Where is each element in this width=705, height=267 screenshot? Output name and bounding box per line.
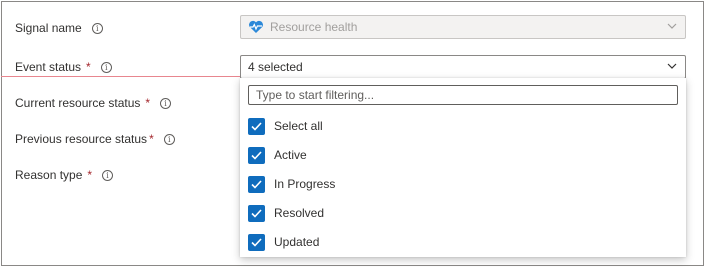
checkbox-checked[interactable] bbox=[248, 175, 265, 193]
filter-input[interactable] bbox=[248, 85, 678, 105]
option-updated[interactable]: Updated bbox=[248, 231, 678, 253]
event-status-text: Event status bbox=[15, 60, 82, 74]
chevron-down-icon[interactable] bbox=[667, 62, 677, 70]
reason-type-text: Reason type bbox=[15, 168, 83, 182]
checkmark-icon bbox=[251, 150, 262, 160]
option-label: In Progress bbox=[274, 177, 336, 191]
info-icon[interactable]: i bbox=[100, 61, 112, 73]
info-icon[interactable]: i bbox=[102, 169, 114, 181]
required-indicator: * bbox=[87, 168, 93, 182]
current-resource-status-text: Current resource status bbox=[15, 96, 141, 110]
required-indicator: * bbox=[149, 132, 154, 146]
option-label: Active bbox=[274, 148, 307, 162]
event-status-select[interactable]: 4 selected bbox=[240, 55, 686, 79]
option-label: Updated bbox=[274, 235, 320, 249]
previous-resource-status-text: Previous resource status bbox=[15, 132, 148, 146]
error-underline bbox=[1, 76, 241, 77]
info-icon[interactable]: i bbox=[163, 133, 175, 145]
event-status-dropdown: Select all Active In Progress Resolved U… bbox=[240, 78, 686, 257]
required-indicator: * bbox=[145, 96, 151, 110]
option-in-progress[interactable]: In Progress bbox=[248, 173, 678, 195]
option-resolved[interactable]: Resolved bbox=[248, 202, 678, 224]
info-icon[interactable]: i bbox=[160, 97, 172, 109]
info-icon[interactable]: i bbox=[91, 22, 103, 34]
chevron-down-icon bbox=[667, 23, 677, 29]
option-active[interactable]: Active bbox=[248, 144, 678, 166]
current-resource-status-label: Current resource status * i bbox=[15, 96, 172, 110]
previous-resource-status-label: Previous resource status * i bbox=[15, 132, 175, 146]
checkbox-checked[interactable] bbox=[248, 204, 265, 222]
checkmark-icon bbox=[251, 179, 262, 189]
event-status-label: Event status * i bbox=[15, 60, 112, 74]
checkmark-icon bbox=[251, 237, 262, 247]
option-label: Resolved bbox=[274, 206, 325, 220]
signal-name-label: Signal name i bbox=[15, 21, 103, 35]
signal-name-text: Signal name bbox=[15, 21, 82, 35]
option-select-all[interactable]: Select all bbox=[248, 115, 678, 137]
heart-pulse-icon bbox=[249, 20, 263, 33]
option-label: Select all bbox=[274, 119, 323, 133]
checkmark-icon bbox=[251, 121, 262, 131]
checkbox-checked[interactable] bbox=[248, 146, 265, 164]
reason-type-label: Reason type * i bbox=[15, 168, 114, 182]
event-status-value: 4 selected bbox=[248, 60, 303, 74]
checkmark-icon bbox=[251, 208, 262, 218]
checkbox-checked[interactable] bbox=[248, 117, 265, 135]
required-indicator: * bbox=[86, 60, 91, 74]
signal-name-value: Resource health bbox=[270, 20, 358, 34]
checkbox-checked[interactable] bbox=[248, 233, 265, 251]
signal-name-select: Resource health bbox=[240, 15, 686, 39]
